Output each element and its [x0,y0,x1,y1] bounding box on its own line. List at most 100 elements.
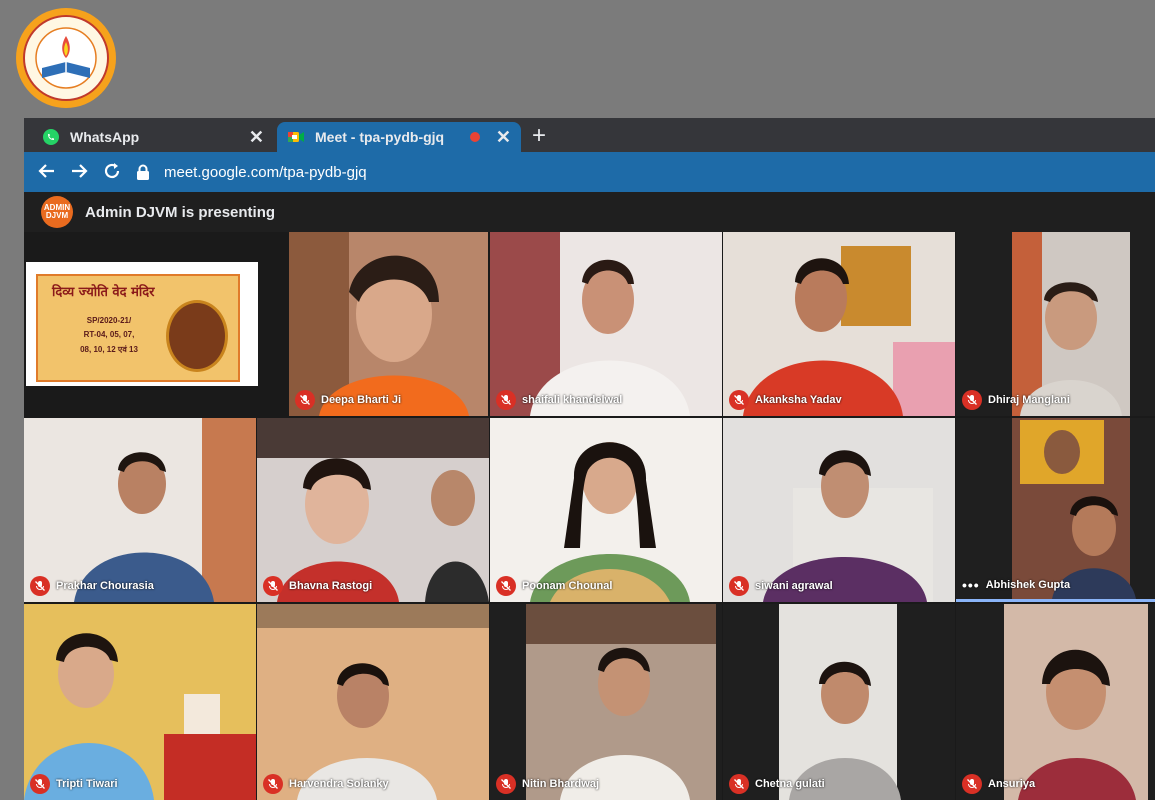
video-feed [956,604,1155,800]
browser-window: WhatsApp ✕ Meet - tpa-pydb-gjq ✕ + meet.… [24,118,1155,800]
tab-title: Meet - tpa-pydb-gjq [315,129,445,145]
video-grid: दिव्य ज्योति वेद मंदिर SP/2020-21/ RT-04… [24,232,1155,800]
mic-off-icon [30,576,50,596]
participant-tile[interactable]: Chetna gulati [723,604,955,800]
djvm-logo [16,8,116,108]
participant-nameplate: shaifali khandelwal [496,390,622,410]
video-feed [289,232,488,416]
video-feed [490,418,722,602]
video-feed [257,604,489,800]
participant-name: Abhishek Gupta [985,579,1071,591]
participant-nameplate: Deepa Bharti Ji [295,390,401,410]
participant-tile[interactable]: ••• Abhishek Gupta [956,418,1155,599]
presenter-avatar: ADMIN DJVM [41,196,73,228]
participant-nameplate: Dhiraj Manglani [962,390,1070,410]
more-options-icon[interactable]: ••• [962,577,980,593]
whatsapp-icon [43,129,59,145]
slide-line: RT-04, 05, 07, [83,330,135,339]
participant-tile[interactable]: Harvendra Solanky [257,604,489,800]
participant-nameplate: Ansuriya [962,774,1035,794]
participant-tile[interactable]: Nitin Bhardwaj [490,604,722,800]
video-feed [956,418,1155,599]
participant-nameplate: Akanksha Yadav [729,390,842,410]
participant-tile[interactable]: siwani agrawal [723,418,955,602]
mic-off-icon [30,774,50,794]
presenting-status: Admin DJVM is presenting [85,203,276,221]
participant-name: Bhavna Rastogi [289,580,373,592]
reload-icon[interactable] [101,160,123,182]
url-text: meet.google.com/tpa-pydb-gjq [164,163,367,181]
mic-off-icon [962,390,982,410]
shared-slide: दिव्य ज्योति वेद मंदिर SP/2020-21/ RT-04… [26,262,258,386]
video-feed [956,232,1155,416]
participant-nameplate: Harvendra Solanky [263,774,389,794]
video-feed [257,418,489,602]
participant-tile[interactable]: Akanksha Yadav [723,232,955,416]
participant-tile[interactable]: Dhiraj Manglani [956,232,1155,416]
mic-off-icon [496,390,516,410]
mic-off-icon [496,576,516,596]
participant-nameplate: Prakhar Chourasia [30,576,154,596]
participant-nameplate: Tripti Tiwari [30,774,118,794]
mic-off-icon [496,774,516,794]
participant-tile[interactable]: Ansuriya [956,604,1155,800]
tab-title: WhatsApp [70,129,140,145]
browser-toolbar: meet.google.com/tpa-pydb-gjq [24,152,1155,192]
participant-name: Nitin Bhardwaj [522,778,600,790]
participant-nameplate: siwani agrawal [729,576,833,596]
video-feed [723,232,955,416]
mic-off-icon [729,576,749,596]
participant-tile[interactable]: Bhavna Rastogi [257,418,489,602]
close-tab-icon[interactable]: ✕ [496,127,511,148]
recording-dot-icon [469,132,480,142]
participant-nameplate: ••• Abhishek Gupta [962,577,1070,593]
participant-tile[interactable]: shaifali khandelwal [490,232,722,416]
participant-name: Ansuriya [988,778,1036,790]
participant-tile[interactable]: Prakhar Chourasia [24,418,256,602]
video-feed [24,604,256,800]
participant-name: Deepa Bharti Ji [321,394,402,406]
participant-nameplate: Chetna gulati [729,774,825,794]
participant-name: Chetna gulati [755,778,825,790]
slide-line: SP/2020-21/ [86,316,132,325]
participant-nameplate: Poonam Chounal [496,576,612,596]
mic-off-icon [962,774,982,794]
forward-arrow-icon[interactable] [68,160,90,182]
mic-off-icon [729,774,749,794]
participant-name: Harvendra Solanky [289,778,389,790]
close-tab-icon[interactable]: ✕ [249,127,264,148]
video-feed [490,604,722,800]
participant-name: Tripti Tiwari [56,778,118,790]
mic-off-icon [295,390,315,410]
mic-off-icon [729,390,749,410]
presenting-bar: ADMIN DJVM Admin DJVM is presenting [24,192,1155,232]
mic-off-icon [263,774,283,794]
address-bar[interactable]: meet.google.com/tpa-pydb-gjq [136,157,1155,187]
slide-line: 08, 10, 12 एवं 13 [80,345,138,354]
video-feed [723,418,955,602]
slide-title: दिव्य ज्योति वेद मंदिर [52,285,155,300]
participant-nameplate: Nitin Bhardwaj [496,774,599,794]
tab-whatsapp[interactable]: WhatsApp ✕ [32,122,274,152]
back-arrow-icon[interactable] [36,160,58,182]
participant-tile[interactable]: Deepa Bharti Ji [289,232,488,416]
participant-name: Poonam Chounal [522,580,613,592]
participant-tile[interactable]: Tripti Tiwari [24,604,256,800]
participant-name: Akanksha Yadav [755,394,842,406]
presentation-tile[interactable]: दिव्य ज्योति वेद मंदिर SP/2020-21/ RT-04… [24,232,288,416]
participant-nameplate: Bhavna Rastogi [263,576,372,596]
tab-meet[interactable]: Meet - tpa-pydb-gjq ✕ [277,122,521,152]
mic-off-icon [263,576,283,596]
tab-bar: WhatsApp ✕ Meet - tpa-pydb-gjq ✕ + [24,118,1155,152]
slide-content: दिव्य ज्योति वेद मंदिर SP/2020-21/ RT-04… [36,274,240,382]
active-speaker-indicator [956,599,1155,602]
participant-name: Dhiraj Manglani [988,394,1070,406]
participant-name: Prakhar Chourasia [56,580,154,592]
video-feed [24,418,256,602]
lock-icon [137,164,149,180]
video-feed [490,232,722,416]
video-feed [723,604,955,800]
participant-tile[interactable]: Poonam Chounal [490,418,722,602]
participant-name: shaifali khandelwal [522,394,623,406]
new-tab-button[interactable]: + [532,122,546,150]
